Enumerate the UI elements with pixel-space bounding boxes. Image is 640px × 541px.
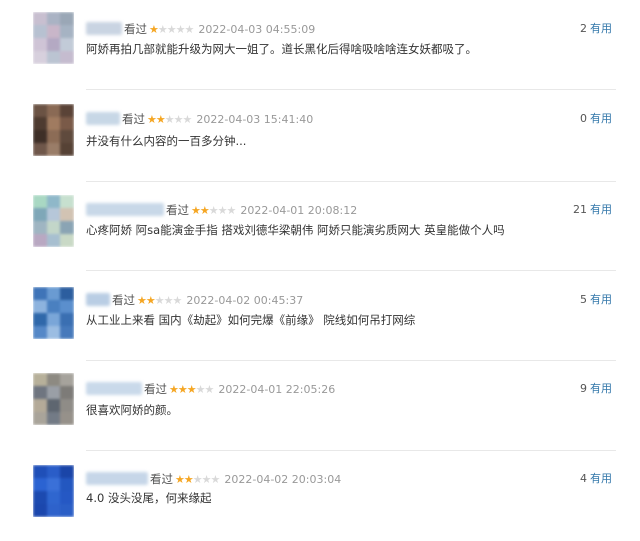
star-filled-icon: ★ [147,113,157,126]
comment-text: 阿娇再拍几部就能升级为网大一姐了。道长黑化后得啥吸啥啥连女妖都吸了。 [86,42,477,56]
vote-area: 9 有用 [580,382,612,396]
star-empty-icon: ★ [173,113,184,126]
vote-count: 4 [580,472,587,485]
vote-area: 5 有用 [580,293,612,307]
rating-stars: ★★★★★ [149,23,195,36]
vote-area: 2 有用 [580,22,612,36]
star-filled-icon: ★ [137,294,147,307]
comment-item: 看过 ★★★★★ 2022-04-02 20:03:04 4 有用 4.0 没头没尾，何来… [0,451,640,541]
star-empty-icon: ★ [208,204,219,217]
useful-link[interactable]: 有用 [590,382,612,395]
comment-meta: 看过 ★★★★★ 2022-04-01 20:08:12 [166,203,357,218]
username-redacted[interactable] [86,112,120,125]
comment-meta: 看过 ★★★★★ 2022-04-02 00:45:37 [112,293,303,308]
rating-stars: ★★★★★ [191,204,237,217]
vote-area: 0 有用 [580,112,612,126]
useful-link[interactable]: 有用 [590,472,612,485]
star-filled-icon: ★ [177,383,188,396]
watched-label: 看过 [166,203,189,217]
vote-count: 9 [580,382,587,395]
comment-time: 2022-04-03 04:55:09 [198,23,316,36]
comment-text: 4.0 没头没尾，何来缘起 [86,491,212,505]
username-redacted[interactable] [86,293,110,306]
watched-label: 看过 [124,22,147,36]
avatar[interactable] [33,195,74,247]
comment-time: 2022-04-03 15:41:40 [196,113,314,126]
comment-item: 看过 ★★★★★ 2022-04-01 22:05:26 9 有用 很喜欢阿娇的颜。 [0,361,640,451]
star-filled-icon: ★ [175,473,185,486]
comment-item: 看过 ★★★★★ 2022-04-03 15:41:40 0 有用 并没有什么内容的一百多… [0,92,640,182]
comment-text: 从工业上来看 国内《劫起》如何完爆《前缘》 院线如何吊打网综 [86,313,416,327]
comment-item: 看过 ★★★★★ 2022-04-01 20:08:12 21 有用 心疼阿娇 阿sa能演… [0,181,640,271]
star-empty-icon: ★ [201,473,212,486]
comment-text: 并没有什么内容的一百多分钟... [86,134,247,148]
star-empty-icon: ★ [164,113,175,126]
avatar[interactable] [33,12,74,64]
vote-area: 4 有用 [580,472,612,486]
star-empty-icon: ★ [210,473,221,486]
star-filled-icon: ★ [186,383,197,396]
rating-stars: ★★★★★ [175,473,221,486]
star-filled-icon: ★ [183,473,194,486]
comment-meta: 看过 ★★★★★ 2022-04-03 04:55:09 [124,22,315,37]
vote-area: 21 有用 [573,203,612,217]
star-empty-icon: ★ [217,204,228,217]
avatar[interactable] [33,373,74,425]
star-empty-icon: ★ [182,113,193,126]
comment-time: 2022-04-02 00:45:37 [186,294,304,307]
star-filled-icon: ★ [149,23,159,36]
watched-label: 看过 [144,382,167,396]
star-filled-icon: ★ [169,383,179,396]
star-empty-icon: ★ [154,294,165,307]
avatar[interactable] [33,465,74,517]
comment-time: 2022-04-01 20:08:12 [240,204,358,217]
useful-link[interactable]: 有用 [590,22,612,35]
useful-link[interactable]: 有用 [590,293,612,306]
vote-count: 5 [580,293,587,306]
username-redacted[interactable] [86,22,122,35]
watched-label: 看过 [122,112,145,126]
username-redacted[interactable] [86,382,142,395]
star-filled-icon: ★ [155,113,166,126]
rating-stars: ★★★★★ [169,383,215,396]
star-empty-icon: ★ [175,23,186,36]
star-filled-icon: ★ [145,294,156,307]
star-empty-icon: ★ [172,294,183,307]
star-empty-icon: ★ [184,23,195,36]
star-empty-icon: ★ [166,23,177,36]
vote-count: 21 [573,203,587,216]
star-empty-icon: ★ [204,383,215,396]
avatar[interactable] [33,104,74,156]
watched-label: 看过 [112,293,135,307]
vote-count: 0 [580,112,587,125]
watched-label: 看过 [150,472,173,486]
star-empty-icon: ★ [157,23,168,36]
username-redacted[interactable] [86,203,164,216]
rating-stars: ★★★★★ [147,113,193,126]
divider [86,89,616,90]
star-filled-icon: ★ [199,204,210,217]
rating-stars: ★★★★★ [137,294,183,307]
star-empty-icon: ★ [226,204,237,217]
comment-meta: 看过 ★★★★★ 2022-04-02 20:03:04 [150,472,341,487]
comment-text: 很喜欢阿娇的颜。 [86,403,178,417]
comment-item: 看过 ★★★★★ 2022-04-02 00:45:37 5 有用 从工业上来看 国内《劫… [0,271,640,361]
username-redacted[interactable] [86,472,148,485]
star-empty-icon: ★ [192,473,203,486]
comment-meta: 看过 ★★★★★ 2022-04-01 22:05:26 [144,382,335,397]
useful-link[interactable]: 有用 [590,203,612,216]
comment-time: 2022-04-02 20:03:04 [224,473,342,486]
vote-count: 2 [580,22,587,35]
star-empty-icon: ★ [163,294,174,307]
useful-link[interactable]: 有用 [590,112,612,125]
star-filled-icon: ★ [191,204,201,217]
comment-time: 2022-04-01 22:05:26 [218,383,336,396]
comment-meta: 看过 ★★★★★ 2022-04-03 15:41:40 [122,112,313,127]
comment-item: 看过 ★★★★★ 2022-04-03 04:55:09 2 有用 阿娇再拍几部就能升级为… [0,0,640,90]
star-empty-icon: ★ [195,383,206,396]
comment-text: 心疼阿娇 阿sa能演金手指 搭戏刘德华梁朝伟 阿娇只能演劣质网大 英皇能做个人吗 [86,223,505,237]
avatar[interactable] [33,287,74,339]
